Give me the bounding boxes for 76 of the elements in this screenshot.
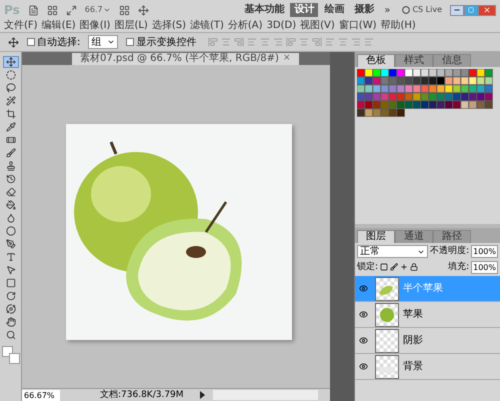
workspace-button[interactable]: 摄影 [350, 3, 378, 17]
brush-lock-icon[interactable] [390, 263, 398, 272]
lock-label: 锁定: [357, 260, 378, 274]
layer-name: 背景 [403, 360, 423, 374]
menu-item[interactable]: 滤镜(T) [190, 20, 224, 32]
play-icon[interactable] [200, 391, 205, 399]
layer-thumbnail [375, 276, 399, 300]
doc-size: 文档:736.8K/3.79M [100, 390, 184, 400]
screen-mode-icon[interactable] [138, 4, 149, 16]
layer-row[interactable]: 苹果 [355, 302, 500, 328]
lock-pixels-icon[interactable] [380, 263, 388, 272]
layer-row[interactable]: 阴影 [355, 328, 500, 354]
layer-thumbnail [375, 328, 399, 352]
layer-name: 半个苹果 [403, 282, 443, 296]
close-button[interactable] [478, 4, 496, 16]
caret-icon [107, 38, 116, 46]
menu-item[interactable]: 图层(L) [114, 20, 148, 32]
layer-thumbnail [375, 354, 399, 378]
horizontal-scrollbar[interactable] [212, 390, 318, 400]
menu-item[interactable]: 编辑(E) [42, 20, 76, 32]
menu-item[interactable]: 帮助(H) [380, 20, 416, 32]
workspace-button[interactable]: 设计 [290, 3, 318, 17]
menu-item[interactable]: 视图(V) [300, 20, 335, 32]
grid-icon[interactable] [46, 4, 58, 16]
menu-item[interactable]: 分析(A) [228, 20, 263, 32]
visibility-icon[interactable] [358, 284, 368, 293]
maximize-icon [468, 7, 474, 13]
arrange-icon[interactable] [118, 4, 130, 16]
workspace-button[interactable]: 绘画 [320, 3, 348, 17]
panel-tab[interactable]: 样式 [395, 54, 433, 67]
visibility-icon[interactable] [358, 362, 368, 371]
layer-name: 苹果 [403, 308, 423, 322]
caret-icon [102, 6, 111, 14]
layer-name: 阴影 [403, 334, 423, 348]
color-swatches-drawing[interactable] [2, 346, 20, 364]
checkbox[interactable] [27, 38, 35, 46]
panel-tab[interactable]: 通道 [395, 230, 433, 243]
layer-thumbnail [375, 302, 399, 326]
checkbox-label: 自动选择: [37, 36, 80, 50]
circle-icon [402, 6, 410, 14]
workspace-button[interactable]: 基本功能 [240, 3, 288, 17]
layer-row[interactable]: 背景 [355, 354, 500, 380]
bridge-icon[interactable] [28, 4, 39, 16]
panel-tab[interactable]: 色板 [357, 54, 395, 67]
document-title: 素材07.psd @ 66.7% (半个苹果, RGB/8#) [80, 53, 279, 65]
close-tab-button[interactable]: × [282, 52, 290, 66]
zoom-level: 66.67% [22, 390, 60, 400]
lock-icon[interactable] [410, 263, 418, 272]
zoom-dropdown[interactable]: 66.7 [84, 4, 111, 16]
target-dropdown[interactable]: 组 [88, 35, 118, 49]
document-tab[interactable]: 素材07.psd @ 66.7% (半个苹果, RGB/8#) × [72, 53, 298, 65]
app-logo: Ps [4, 2, 20, 19]
panel-tab[interactable]: 路径 [433, 230, 471, 243]
panel-tab[interactable]: 图层 [357, 230, 395, 243]
more-button[interactable]: » [380, 2, 394, 18]
visibility-icon[interactable] [358, 310, 368, 319]
minimize-button[interactable] [450, 4, 464, 16]
screen-icon[interactable] [66, 4, 77, 16]
close-icon [483, 6, 491, 14]
fill-label: 填充: [448, 260, 470, 274]
opacity-label: 不透明度: [430, 245, 470, 258]
cs-live-button[interactable]: CS Live [402, 4, 442, 16]
menu-item[interactable]: 3D(D) [266, 20, 296, 32]
menu-item[interactable]: 窗口(W) [338, 20, 376, 32]
move-icon[interactable] [8, 36, 19, 48]
blend-mode-dropdown[interactable]: 正常 [357, 245, 428, 258]
menu-item[interactable]: 文件(F) [4, 20, 38, 32]
move-icon[interactable] [2, 56, 18, 68]
visibility-icon[interactable] [358, 336, 368, 345]
fill-field[interactable]: 100% [471, 260, 498, 274]
menu-item[interactable]: 图像(I) [80, 20, 110, 32]
opacity-field[interactable]: 100% [471, 245, 498, 258]
checkbox[interactable] [126, 38, 134, 46]
menu-item[interactable]: 选择(S) [152, 20, 186, 32]
checkbox-label: 显示变换控件 [136, 36, 196, 50]
panel-tab[interactable]: 信息 [433, 54, 471, 67]
